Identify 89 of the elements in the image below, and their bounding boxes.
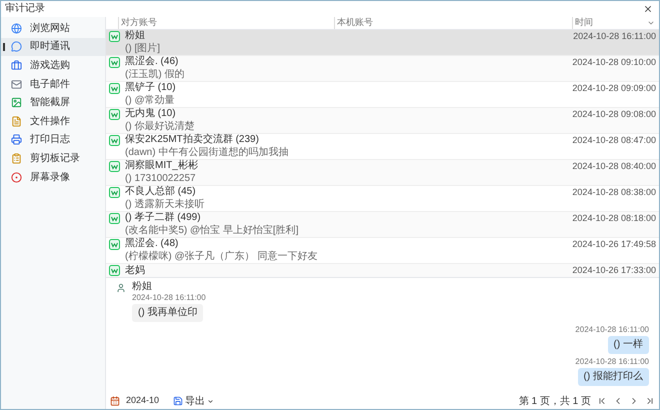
conversation-name: 不良人总部 (45) [125,187,196,198]
message-bubble: () 报能打印么 [578,368,649,386]
chat-app-icon [109,238,120,250]
last-page-icon[interactable] [645,396,655,406]
conversation-row[interactable]: 不良人总部 (45) 2024-10-28 08:38:00 () 透露新天未接听 [106,186,659,212]
caret-icon [207,398,214,404]
globe-icon [11,22,22,34]
conversation-message: () @常劲量 [125,96,175,106]
sidebar-item[interactable]: 游戏选购 [1,56,105,75]
chat-icon [11,41,22,52]
conversation-time: 2024-10-28 08:38:00 [572,188,656,197]
conversation-time: 2024-10-26 17:49:58 [572,240,656,249]
sidebar-item[interactable]: 剪切板记录 [1,149,105,168]
conversation-row[interactable]: 黑涩会. (48) 2024-10-26 17:49:58 (柠檬檬咪) @张子凡（广东） 同意一下好友 [106,238,659,264]
conversation-time: 2024-10-28 09:09:00 [572,84,656,93]
conversation-name: () 孝子二群 (499) [125,213,201,224]
record-icon [11,172,22,183]
chat-app-icon [109,265,120,276]
avatar-icon [116,283,126,293]
conversation-name: 保安2K25MT拍卖交流群 (239) [125,135,259,146]
conversation-row[interactable]: 粉姐 2024-10-28 16:11:00 () [图片] [106,30,659,56]
chat-app-icon [109,56,120,68]
first-page-icon[interactable] [597,396,607,406]
conversation-name: 粉姐 [125,31,145,42]
chat-app-icon [109,186,120,198]
sort-icon [647,19,655,27]
month-label: 2024-10 [126,394,160,408]
message-time: 2024-10-28 16:11:00 [575,358,649,366]
conversation-row[interactable]: () 孝子二群 (499) 2024-10-28 08:18:00 (改名能中奖5) @怡宝 早上好怡宝[胜利] [106,212,659,238]
message-time: 2024-10-28 16:11:00 [132,294,206,302]
window-title: 审计记录 [5,4,45,14]
conversation-time: 2024-10-28 09:10:00 [572,58,656,67]
briefcase-icon [11,60,22,71]
image-icon [11,97,22,108]
sidebar-item[interactable]: 智能截屏 [1,93,105,112]
calendar-icon[interactable] [110,396,120,406]
conversation-name: 黑涩会. (48) [125,239,178,250]
chat-app-icon [109,108,120,120]
message-bubble: () 一样 [608,336,649,354]
conversation-time: 2024-10-28 09:08:00 [572,110,656,119]
conversation-row[interactable]: 黑铲子 (10) 2024-10-28 09:09:00 () @常劲量 [106,82,659,108]
conversation-name: 洞察眼MIT_彬彬 [125,161,198,172]
column-header[interactable]: 本机账号 [334,17,572,29]
file-icon [11,116,22,127]
sender-name: 粉姐 [132,282,152,292]
conversation-row[interactable]: 无内鬼 (10) 2024-10-28 09:08:00 () 你最好说清楚 [106,108,659,134]
conversation-message: () [图片] [125,44,160,54]
chat-app-icon [109,134,120,146]
conversation-message: (改名能中奖5) @怡宝 早上好怡宝[胜利] [125,226,298,236]
conversation-message: (柠檬檬咪) @张子凡（广东） 同意一下好友 [125,252,318,262]
export-button[interactable]: 导出 [173,394,214,408]
conversation-message: () 17310022257 [125,174,196,184]
chat-app-icon [109,82,120,94]
conversation-message: (汪玉凯) 假的 [125,70,184,80]
conversation-message: (dawn) 中午有公园街道想的吗加我抽 [125,148,288,158]
sidebar-item[interactable]: 即时通讯 [1,38,105,56]
conversation-name: 老妈 [125,266,145,276]
conversation-name: 黑铲子 (10) [125,83,176,94]
conversation-row[interactable]: 黑涩会. (46) 2024-10-28 09:10:00 (汪玉凯) 假的 [106,56,659,82]
conversation-message: () 透露新天未接听 [125,200,204,210]
conversation-message: () 你最好说清楚 [125,122,194,132]
mail-icon [11,78,22,90]
conversation-row[interactable]: 保安2K25MT拍卖交流群 (239) 2024-10-28 08:47:00 (dawn) 中午有公园街道想的吗加我抽 [106,134,659,160]
conversation-row[interactable]: 老妈 2024-10-26 17:33:00 [106,264,659,277]
sidebar-item[interactable]: 浏览网站 [1,19,105,38]
conversation-time: 2024-10-28 08:18:00 [572,214,656,223]
message-bubble: () 我再单位印 [132,304,204,322]
conversation-time: 2024-10-28 08:47:00 [572,136,656,145]
sidebar-item[interactable]: 文件操作 [1,112,105,131]
page-info: 第 1 页，共 1 页 [518,394,591,408]
chat-app-icon [109,212,120,224]
column-header[interactable]: 时间 [572,17,659,29]
message-time: 2024-10-28 16:11:00 [575,326,649,334]
chat-app-icon [109,160,120,172]
close-icon [643,4,653,14]
conversation-row[interactable]: 洞察眼MIT_彬彬 2024-10-28 08:40:00 () 17310022257 [106,160,659,186]
clipboard-icon [11,152,22,164]
save-icon [173,396,184,406]
sidebar-item[interactable]: 电子邮件 [1,74,105,94]
column-header[interactable]: 对方账号 [118,17,334,29]
conversation-time: 2024-10-26 17:33:00 [572,266,656,275]
printer-icon [11,134,22,146]
chat-app-icon [109,30,120,42]
sidebar-item[interactable]: 打印日志 [1,130,105,150]
conversation-name: 无内鬼 (10) [125,109,176,120]
sidebar-item[interactable]: 屏幕录像 [1,168,105,186]
conversation-name: 黑涩会. (46) [125,57,178,68]
conversation-time: 2024-10-28 16:11:00 [573,32,656,41]
conversation-time: 2024-10-28 08:40:00 [572,162,656,171]
